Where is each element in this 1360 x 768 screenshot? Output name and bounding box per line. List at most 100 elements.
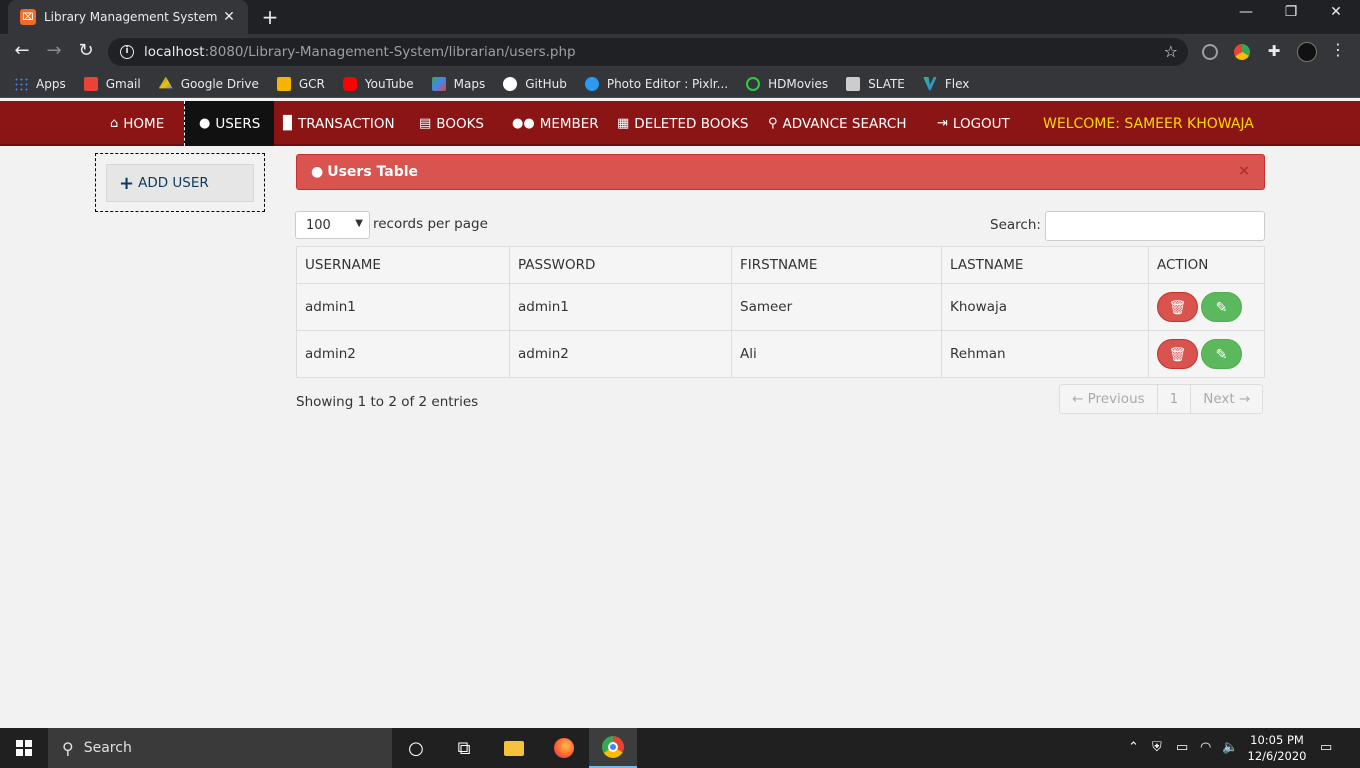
search-label: Search: [990,217,1041,233]
user-icon: ● [311,164,324,180]
nav-label: ADVANCE SEARCH [782,115,907,132]
bookmark-star-icon[interactable]: ☆ [1164,42,1178,61]
task-view-icon[interactable]: ⧉ [440,728,488,768]
firefox-icon[interactable] [540,728,588,768]
system-clock[interactable]: 10:05 PM 12/6/2020 [1245,732,1309,764]
security-shield-icon[interactable]: ⛨ [1152,740,1162,755]
nav-home[interactable]: ⌂ HOME [110,101,164,146]
classroom-icon [276,76,291,91]
restore-icon[interactable]: ❐ [1277,4,1305,20]
bookmark-github[interactable]: GitHub [503,76,567,91]
page-length-select[interactable]: 100 ▼ [295,211,370,239]
bookmark-label: Google Drive [180,76,259,91]
new-tab-button[interactable]: + [258,5,282,29]
gmail-icon [83,76,98,91]
site-navbar: ⌂ HOME ● USERS ▉ TRANSACTION ▤ BOOKS ●● MEMBE… [0,101,1360,146]
table-header-row: USERNAME PASSWORD FIRSTNAME LASTNAME ACT… [296,246,1265,284]
bookmark-pixlr[interactable]: Photo Editor : Pixlr... [584,76,728,91]
nav-label: LOGOUT [952,115,1010,132]
next-page-button[interactable]: Next → [1191,385,1262,413]
minimize-icon[interactable]: — [1232,4,1260,20]
bookmark-youtube[interactable]: YouTube [342,76,414,91]
action-cell: 🗑 ✎ [1148,330,1265,378]
nav-deleted-books[interactable]: ▦ DELETED BOOKS [617,101,748,146]
close-tab-icon[interactable]: ✕ [220,9,238,25]
close-window-icon[interactable]: ✕ [1322,4,1350,20]
column-header[interactable]: USERNAME [296,246,510,284]
start-button[interactable] [0,728,48,768]
puzzle-icon[interactable]: ✚ [1262,42,1286,60]
taskbar: ⚲ Search ○ ⧉ ⌃ ⛨ ▭ ◠ 🔈 10:05 PM 12/6/202… [0,728,1360,768]
cortana-icon[interactable]: ○ [392,728,440,768]
trash-icon: 🗑 [1168,300,1187,316]
action-cell: 🗑 ✎ [1148,283,1265,331]
nav-transaction[interactable]: ▉ TRANSACTION [283,101,395,146]
bookmark-google-drive[interactable]: Google Drive [158,76,259,91]
nav-logout[interactable]: ⇥ LOGOUT [937,101,1010,146]
bookmark-flex[interactable]: Flex [922,76,969,91]
search-input[interactable] [1045,211,1265,241]
taskbar-search[interactable]: ⚲ Search [48,728,392,768]
search-icon: ⚲ [62,738,74,758]
profile-avatar[interactable] [1297,42,1317,62]
nav-advance-search[interactable]: ⚲ ADVANCE SEARCH [768,101,907,146]
notifications-icon[interactable]: ▭ [1320,740,1332,755]
delete-button[interactable]: 🗑 [1157,339,1198,369]
table-cell: admin2 [509,330,732,378]
chrome-icon[interactable] [589,728,637,768]
bookmark-slate[interactable]: SLATE [846,76,905,91]
battery-icon[interactable]: ▭ [1176,740,1188,755]
page-number-button[interactable]: 1 [1158,385,1192,413]
table-cell: Rehman [941,330,1149,378]
menu-kebab-icon[interactable]: ⋮ [1326,40,1350,59]
table-cell: admin1 [509,283,732,331]
volume-muted-icon[interactable]: 🔈 [1222,740,1238,755]
bookmark-hdmovies[interactable]: HDMovies [746,76,828,91]
users-table: USERNAME PASSWORD FIRSTNAME LASTNAME ACT… [296,246,1265,378]
nav-label: BOOKS [436,115,484,132]
address-bar[interactable]: i localhost:8080/Library-Management-Syst… [108,38,1188,66]
pagination: ← Previous 1 Next → [1059,384,1264,414]
add-user-button[interactable]: + ADD USER [106,164,254,202]
apps-grid-icon [14,76,28,91]
clock-time: 10:05 PM [1250,733,1304,747]
nav-books[interactable]: ▤ BOOKS [419,101,484,146]
bookmark-label: Apps [36,76,66,91]
browser-toolbar: ← → ↻ i localhost:8080/Library-Managemen… [0,34,1360,70]
maps-icon [431,76,446,91]
back-icon[interactable]: ← [10,40,34,61]
plus-icon: + [119,172,135,194]
previous-page-button[interactable]: ← Previous [1060,385,1158,413]
browser-tab[interactable]: ⌧ Library Management System ✕ [8,0,248,34]
panel-close-button[interactable]: × [1238,163,1250,179]
bookmark-gcr[interactable]: GCR [276,76,325,91]
edit-button[interactable]: ✎ [1201,339,1242,369]
site-info-icon[interactable]: i [120,45,134,59]
bookmark-maps[interactable]: Maps [431,76,485,91]
url-host: localhost [144,44,205,60]
nav-users[interactable]: ● USERS [184,101,275,146]
nav-member[interactable]: ●● MEMBER [512,101,599,146]
clock-date: 12/6/2020 [1247,749,1307,763]
column-header[interactable]: ACTION [1148,246,1265,284]
file-explorer-icon[interactable] [490,728,538,768]
bookmark-gmail[interactable]: Gmail [83,76,141,91]
panel-title: Users Table [327,164,419,180]
user-icon: ● [199,116,211,131]
column-header[interactable]: FIRSTNAME [731,246,942,284]
bookmarks-bar: Apps Gmail Google Drive GCR YouTube Maps… [0,70,1360,98]
forward-icon[interactable]: → [42,40,66,61]
delete-button[interactable]: 🗑 [1157,292,1198,322]
bookmark-apps[interactable]: Apps [14,76,66,91]
extension-color-icon[interactable] [1234,44,1250,60]
table-info: Showing 1 to 2 of 2 entries [296,394,479,410]
column-header[interactable]: PASSWORD [509,246,732,284]
extension-icon[interactable] [1202,44,1218,60]
chevron-up-icon[interactable]: ⌃ [1128,740,1139,755]
column-header[interactable]: LASTNAME [941,246,1149,284]
wifi-icon[interactable]: ◠ [1200,740,1211,755]
edit-button[interactable]: ✎ [1201,292,1242,322]
hdmovies-icon [746,76,761,91]
table-row: admin2 admin2 Ali Rehman 🗑 ✎ [296,330,1265,378]
reload-icon[interactable]: ↻ [74,40,98,61]
